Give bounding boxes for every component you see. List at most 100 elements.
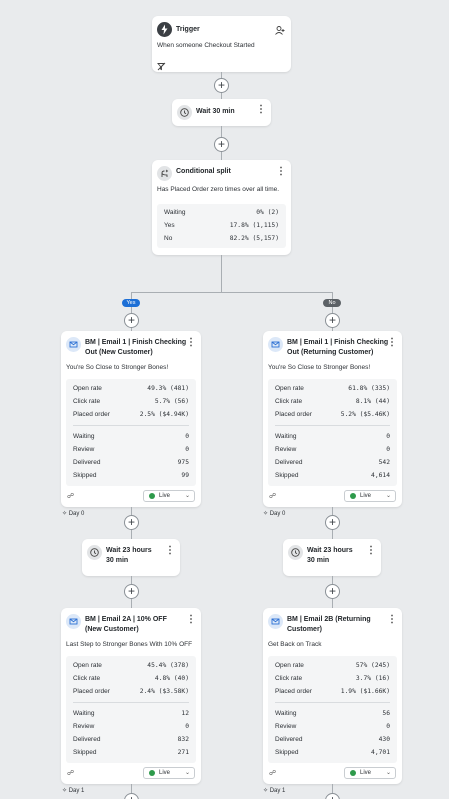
- more-options-icon[interactable]: ⋮: [366, 546, 376, 556]
- stat-row: Click rate 4.8% (40): [73, 675, 189, 682]
- more-options-icon[interactable]: ⋮: [387, 338, 397, 348]
- yes-branch-badge: Yes: [122, 299, 140, 307]
- stat-row: Delivered 542: [275, 459, 390, 466]
- email-title: BM | Email 2A | 10% OFF: [85, 616, 167, 623]
- stat-row: No 82.2% (5,157): [164, 235, 279, 242]
- link-icon[interactable]: ☍: [67, 493, 74, 501]
- clock-icon: [288, 545, 303, 560]
- sparkle-icon: ✧: [263, 511, 270, 517]
- divider: [275, 702, 390, 703]
- status-dropdown[interactable]: Live ⌄: [344, 490, 396, 502]
- stat-row: Skipped 4,614: [275, 472, 390, 479]
- stat-row: Placed order 2.4% ($3.58K): [73, 688, 189, 695]
- live-dot: [350, 493, 356, 499]
- stat-row: Skipped 99: [73, 472, 189, 479]
- wait-label: Wait 30 min: [196, 108, 235, 115]
- split-icon: [157, 166, 172, 181]
- email-title: (New Customer): [85, 626, 139, 633]
- add-step-button[interactable]: +: [124, 584, 139, 599]
- email-subject: You're So Close to Stronger Bones!: [66, 364, 169, 371]
- email-subject: You're So Close to Stronger Bones!: [268, 364, 371, 371]
- stat-row: Waiting 0: [275, 433, 390, 440]
- wait-30-card[interactable]: Wait 30 min ⋮: [172, 99, 271, 126]
- more-options-icon[interactable]: ⋮: [186, 615, 196, 625]
- email-card[interactable]: BM | Email 2B (Returning Customer) ⋮ Get…: [263, 608, 402, 784]
- email-title: Out (Returning Customer): [287, 349, 374, 356]
- wait-card[interactable]: Wait 23 hours 30 min ⋮: [283, 539, 381, 576]
- add-step-button[interactable]: +: [124, 313, 139, 328]
- stat-row: Review 0: [275, 446, 390, 453]
- divider: [73, 702, 189, 703]
- stat-row: Delivered 975: [73, 459, 189, 466]
- lightning-icon: [157, 22, 172, 37]
- mail-icon: [268, 337, 283, 352]
- add-step-button[interactable]: +: [214, 137, 229, 152]
- conditional-split-card[interactable]: Conditional split ⋮ Has Placed Order zer…: [152, 160, 291, 255]
- link-icon[interactable]: ☍: [269, 770, 276, 778]
- wait-label: Wait 23 hours: [307, 547, 353, 554]
- stat-row: Open rate 49.3% (481): [73, 385, 189, 392]
- email-subject: Last Step to Stronger Bones With 10% OFF: [66, 641, 193, 648]
- email-card[interactable]: BM | Email 1 | Finish Checking Out (New …: [61, 331, 201, 507]
- live-dot: [350, 770, 356, 776]
- stat-row: Delivered 832: [73, 736, 189, 743]
- add-step-button[interactable]: +: [325, 793, 340, 799]
- live-dot: [149, 493, 155, 499]
- email-card[interactable]: BM | Email 2A | 10% OFF (New Customer) ⋮…: [61, 608, 201, 784]
- add-step-button[interactable]: +: [124, 515, 139, 530]
- day-label: ✧ Day 1: [62, 788, 85, 794]
- status-dropdown[interactable]: Live ⌄: [143, 490, 195, 502]
- email-subject: Get Back on Track: [268, 641, 322, 648]
- stat-row: Open rate 45.4% (378): [73, 662, 189, 669]
- mail-icon: [66, 614, 81, 629]
- divider: [275, 425, 390, 426]
- add-step-button[interactable]: +: [124, 793, 139, 799]
- more-options-icon[interactable]: ⋮: [276, 167, 286, 177]
- divider: [73, 425, 189, 426]
- stat-row: Waiting 56: [275, 710, 390, 717]
- more-options-icon[interactable]: ⋮: [256, 105, 266, 115]
- chevron-down-icon: ⌄: [385, 493, 391, 499]
- email-title: Customer): [287, 626, 323, 633]
- stat-row: Waiting 0% (2): [164, 209, 279, 216]
- person-add-icon[interactable]: [274, 23, 285, 41]
- add-step-button[interactable]: +: [214, 78, 229, 93]
- stat-row: Delivered 430: [275, 736, 390, 743]
- clock-icon: [177, 105, 192, 120]
- trigger-description: When someone Checkout Started: [157, 42, 255, 49]
- chevron-down-icon: ⌄: [184, 770, 190, 776]
- link-icon[interactable]: ☍: [269, 493, 276, 501]
- more-options-icon[interactable]: ⋮: [387, 615, 397, 625]
- email-title: Out (New Customer): [85, 349, 153, 356]
- add-step-button[interactable]: +: [325, 313, 340, 328]
- link-icon[interactable]: ☍: [67, 770, 74, 778]
- stat-row: Review 0: [275, 723, 390, 730]
- add-step-button[interactable]: +: [325, 584, 340, 599]
- more-options-icon[interactable]: ⋮: [186, 338, 196, 348]
- clock-icon: [87, 545, 102, 560]
- trigger-card[interactable]: Trigger When someone Checkout Started: [152, 16, 291, 72]
- trigger-title: Trigger: [176, 26, 200, 33]
- email-stats: Open rate 57% (245) Click rate 3.7% (16) P…: [268, 656, 397, 763]
- wait-label: Wait 23 hours: [106, 547, 152, 554]
- stat-row: Waiting 12: [73, 710, 189, 717]
- live-dot: [149, 770, 155, 776]
- filter-off-icon[interactable]: [157, 58, 166, 76]
- status-dropdown[interactable]: Live ⌄: [143, 767, 195, 779]
- stat-row: Yes 17.8% (1,115): [164, 222, 279, 229]
- status-dropdown[interactable]: Live ⌄: [344, 767, 396, 779]
- split-description: Has Placed Order zero times over all tim…: [157, 186, 280, 193]
- split-stats: Waiting 0% (2) Yes 17.8% (1,115) No 82.2% (…: [157, 204, 286, 248]
- wait-card[interactable]: Wait 23 hours 30 min ⋮: [82, 539, 180, 576]
- day-label: ✧ Day 1: [263, 788, 286, 794]
- sparkle-icon: ✧: [62, 511, 69, 517]
- day-label: ✧ Day 0: [263, 511, 286, 517]
- email-card[interactable]: BM | Email 1 | Finish Checking Out (Retu…: [263, 331, 402, 507]
- day-label: ✧ Day 0: [62, 511, 85, 517]
- stat-row: Review 0: [73, 723, 189, 730]
- add-step-button[interactable]: +: [325, 515, 340, 530]
- more-options-icon[interactable]: ⋮: [165, 546, 175, 556]
- stat-row: Placed order 1.9% ($1.66K): [275, 688, 390, 695]
- sparkle-icon: ✧: [62, 788, 69, 794]
- mail-icon: [66, 337, 81, 352]
